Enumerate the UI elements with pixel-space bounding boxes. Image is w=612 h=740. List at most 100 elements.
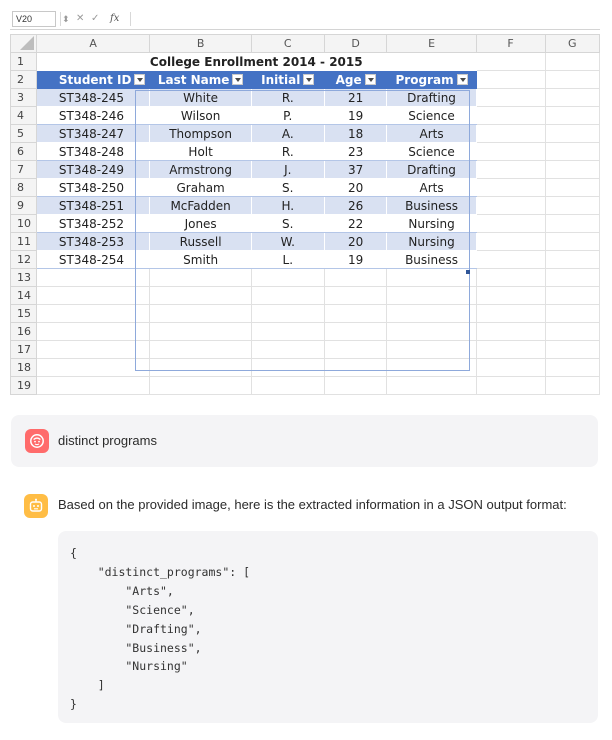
empty-cell[interactable]	[323, 322, 388, 341]
row-header[interactable]: 11	[10, 232, 37, 251]
column-header-e[interactable]: E	[386, 34, 477, 53]
column-header-c[interactable]: C	[250, 34, 325, 53]
row-header[interactable]: 18	[10, 358, 37, 377]
empty-cell[interactable]	[475, 322, 546, 341]
empty-cell[interactable]	[544, 286, 600, 305]
empty-cell[interactable]	[386, 304, 477, 323]
column-header-f[interactable]: F	[475, 34, 546, 53]
empty-cell[interactable]	[544, 232, 600, 251]
table-cell[interactable]: Nursing	[386, 232, 477, 251]
row-header[interactable]: 3	[10, 88, 37, 107]
empty-cell[interactable]	[35, 304, 151, 323]
table-cell[interactable]: A.	[250, 124, 325, 143]
table-cell[interactable]: 19	[323, 250, 388, 269]
row-header[interactable]: 10	[10, 214, 37, 233]
empty-cell[interactable]	[386, 286, 477, 305]
empty-cell[interactable]	[544, 376, 600, 395]
empty-cell[interactable]	[35, 358, 151, 377]
table-cell[interactable]: L.	[250, 250, 325, 269]
empty-cell[interactable]	[475, 358, 546, 377]
table-cell[interactable]: 23	[323, 142, 388, 161]
empty-cell[interactable]	[323, 286, 388, 305]
table-cell[interactable]: 18	[323, 124, 388, 143]
empty-cell[interactable]	[475, 232, 546, 251]
empty-cell[interactable]	[323, 340, 388, 359]
table-cell[interactable]: 20	[323, 178, 388, 197]
filter-dropdown-icon[interactable]	[134, 73, 146, 85]
insert-function-icon[interactable]: fx	[110, 12, 119, 26]
table-cell[interactable]: 22	[323, 214, 388, 233]
table-header-cell[interactable]: Initial	[250, 70, 325, 89]
table-cell[interactable]: 21	[323, 88, 388, 107]
empty-cell[interactable]	[149, 358, 252, 377]
table-cell[interactable]: Arts	[386, 178, 477, 197]
row-header[interactable]: 8	[10, 178, 37, 197]
table-cell[interactable]: ST348-249	[35, 160, 151, 179]
empty-cell[interactable]	[250, 322, 325, 341]
empty-cell[interactable]	[475, 106, 546, 125]
empty-cell[interactable]	[149, 322, 252, 341]
empty-cell[interactable]	[475, 88, 546, 107]
table-cell[interactable]: 20	[323, 232, 388, 251]
table-cell[interactable]: Russell	[149, 232, 252, 251]
empty-cell[interactable]	[475, 340, 546, 359]
table-cell[interactable]: ST348-247	[35, 124, 151, 143]
table-cell[interactable]: ST348-248	[35, 142, 151, 161]
empty-cell[interactable]	[544, 322, 600, 341]
table-cell[interactable]: ST348-246	[35, 106, 151, 125]
empty-cell[interactable]	[250, 376, 325, 395]
empty-cell[interactable]	[475, 142, 546, 161]
row-header[interactable]: 13	[10, 268, 37, 287]
row-header[interactable]: 17	[10, 340, 37, 359]
cancel-icon[interactable]: ✕	[76, 12, 84, 26]
table-cell[interactable]: Graham	[149, 178, 252, 197]
empty-cell[interactable]	[149, 286, 252, 305]
table-header-cell[interactable]: Last Name	[149, 70, 252, 89]
filter-dropdown-icon[interactable]	[456, 73, 468, 85]
table-cell[interactable]: White	[149, 88, 252, 107]
table-cell[interactable]: 19	[323, 106, 388, 125]
empty-cell[interactable]	[544, 142, 600, 161]
table-cell[interactable]: Drafting	[386, 88, 477, 107]
row-header[interactable]: 7	[10, 160, 37, 179]
enter-icon[interactable]: ✓	[91, 12, 99, 26]
table-resize-handle[interactable]	[466, 270, 470, 274]
empty-cell[interactable]	[544, 178, 600, 197]
row-header[interactable]: 14	[10, 286, 37, 305]
column-header-d[interactable]: D	[323, 34, 388, 53]
empty-cell[interactable]	[149, 304, 252, 323]
empty-cell[interactable]	[386, 358, 477, 377]
table-cell[interactable]: Arts	[386, 124, 477, 143]
name-box[interactable]: V20	[12, 11, 56, 27]
empty-cell[interactable]	[250, 268, 325, 287]
row-header[interactable]: 1	[10, 52, 37, 71]
table-cell[interactable]: J.	[250, 160, 325, 179]
row-header[interactable]: 6	[10, 142, 37, 161]
table-cell[interactable]: Business	[386, 250, 477, 269]
empty-cell[interactable]	[35, 322, 151, 341]
empty-cell[interactable]	[323, 376, 388, 395]
table-cell[interactable]: ST348-254	[35, 250, 151, 269]
empty-cell[interactable]	[35, 268, 151, 287]
table-cell[interactable]: Armstrong	[149, 160, 252, 179]
table-cell[interactable]: McFadden	[149, 196, 252, 215]
empty-cell[interactable]	[149, 376, 252, 395]
empty-cell[interactable]	[475, 52, 546, 71]
table-cell[interactable]: W.	[250, 232, 325, 251]
empty-cell[interactable]	[544, 214, 600, 233]
row-header[interactable]: 9	[10, 196, 37, 215]
row-header[interactable]: 15	[10, 304, 37, 323]
empty-cell[interactable]	[250, 304, 325, 323]
table-cell[interactable]: Smith	[149, 250, 252, 269]
empty-cell[interactable]	[475, 160, 546, 179]
empty-cell[interactable]	[323, 268, 388, 287]
table-cell[interactable]: Holt	[149, 142, 252, 161]
row-header[interactable]: 2	[10, 70, 37, 89]
empty-cell[interactable]	[386, 268, 477, 287]
empty-cell[interactable]	[386, 322, 477, 341]
row-header[interactable]: 5	[10, 124, 37, 143]
empty-cell[interactable]	[475, 178, 546, 197]
empty-cell[interactable]	[544, 124, 600, 143]
empty-cell[interactable]	[475, 196, 546, 215]
filter-dropdown-icon[interactable]	[364, 73, 376, 85]
